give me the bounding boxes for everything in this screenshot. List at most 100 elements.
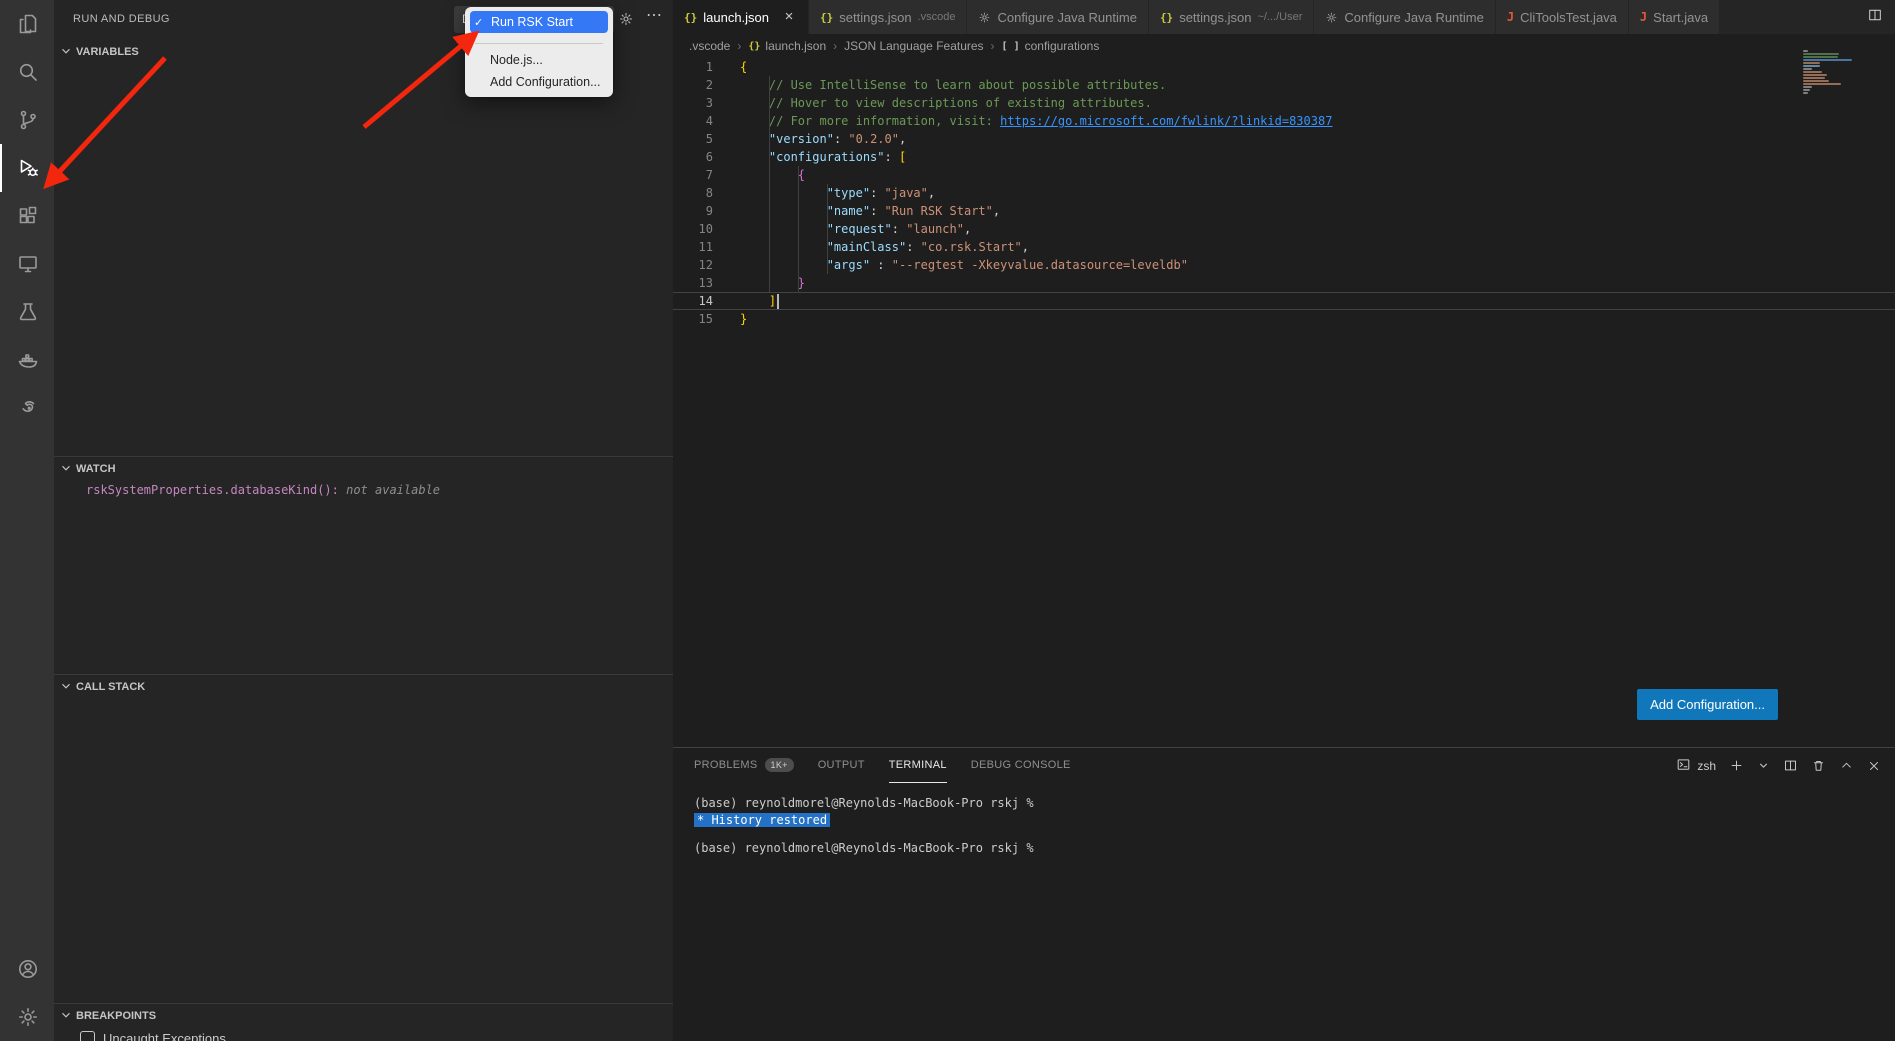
tab-settings-json-vscode[interactable]: {}settings.json.vscode xyxy=(809,0,967,34)
check-icon: ✓ xyxy=(474,16,486,29)
activity-item-source-control[interactable] xyxy=(0,96,54,144)
code-line-1[interactable]: 1{ xyxy=(673,58,1895,76)
terminal-blank-line xyxy=(694,829,1895,840)
panel-tab-output[interactable]: OUTPUT xyxy=(818,748,865,783)
minimap[interactable] xyxy=(1803,50,1881,95)
tab-configure-java-runtime[interactable]: Configure Java Runtime xyxy=(967,0,1148,34)
activity-item-search[interactable] xyxy=(0,48,54,96)
panel-tab-debug-console[interactable]: DEBUG CONSOLE xyxy=(971,748,1071,783)
watch-section-header[interactable]: WATCH xyxy=(54,457,673,481)
breadcrumb-launch-json[interactable]: {}launch.json xyxy=(748,39,826,53)
terminal[interactable]: (base) reynoldmorel@Reynolds-MacBook-Pro… xyxy=(673,783,1895,857)
chevron-down-icon xyxy=(59,1008,73,1025)
breakpoint-row: Uncaught Exceptions xyxy=(54,1031,673,1041)
chevron-down-icon xyxy=(59,679,73,696)
call-stack-section-header[interactable]: CALL STACK xyxy=(54,675,673,699)
activity-item-manage[interactable] xyxy=(0,993,54,1041)
watch-value: not available xyxy=(339,483,440,497)
watch-expression: rskSystemProperties.databaseKind(): xyxy=(86,483,339,497)
minimap-line xyxy=(1803,77,1825,79)
sidebar-title: RUN AND DEBUG xyxy=(73,13,170,25)
split-terminal-icon[interactable] xyxy=(1783,758,1798,773)
line-number: 9 xyxy=(673,202,713,220)
code-line-10[interactable]: 10 "request": "launch", xyxy=(673,220,1895,238)
code-line-7[interactable]: 7 { xyxy=(673,166,1895,184)
line-number: 7 xyxy=(673,166,713,184)
panel-tab-problems[interactable]: PROBLEMS1K+ xyxy=(694,748,794,783)
code-line-9[interactable]: 9 "name": "Run RSK Start", xyxy=(673,202,1895,220)
code-editor[interactable]: 1{2 // Use IntelliSense to learn about p… xyxy=(673,58,1895,746)
code-line-4[interactable]: 4 // For more information, visit: https:… xyxy=(673,112,1895,130)
activity-item-run-and-debug[interactable] xyxy=(0,144,54,192)
remote-explorer-icon xyxy=(16,252,40,276)
symbol-array-icon: [ ] xyxy=(1002,41,1020,52)
activity-item-remote-explorer[interactable] xyxy=(0,240,54,288)
code-line-15[interactable]: 15} xyxy=(673,310,1895,328)
code-line-2[interactable]: 2 // Use IntelliSense to learn about pos… xyxy=(673,76,1895,94)
breadcrumb-vscode[interactable]: .vscode xyxy=(689,39,730,53)
tab-launch-json[interactable]: {}launch.json× xyxy=(673,0,809,34)
activity-bar-top xyxy=(0,0,54,432)
tab-label: settings.json xyxy=(1179,10,1251,25)
java-file-icon: J xyxy=(1640,10,1647,24)
breadcrumb: .vscode›{}launch.json›JSON Language Feat… xyxy=(673,34,1895,58)
code-line-5[interactable]: 5 "version": "0.2.0", xyxy=(673,130,1895,148)
uncaught-exceptions-checkbox[interactable] xyxy=(80,1031,95,1041)
activity-item-testing[interactable] xyxy=(0,288,54,336)
menu-separator xyxy=(475,43,603,44)
line-number: 10 xyxy=(673,220,713,238)
close-icon[interactable]: × xyxy=(781,10,797,24)
add-configuration-button[interactable]: Add Configuration... xyxy=(1637,689,1778,720)
breakpoint-label: Uncaught Exceptions xyxy=(103,1031,226,1041)
manage-icon xyxy=(16,1005,40,1029)
launch-profile-chevron-icon[interactable] xyxy=(1757,759,1770,772)
code-line-13[interactable]: 13 } xyxy=(673,274,1895,292)
minimap-line xyxy=(1803,86,1812,88)
breadcrumb-configurations[interactable]: [ ]configurations xyxy=(1002,39,1100,53)
tab-start-java[interactable]: JStart.java xyxy=(1629,0,1720,34)
activity-item-explorer[interactable] xyxy=(0,0,54,48)
kill-terminal-trash-icon[interactable] xyxy=(1811,758,1826,773)
more-actions-icon[interactable]: ⋯ xyxy=(646,5,663,25)
breadcrumb-separator: › xyxy=(833,39,837,53)
settings-gear-icon xyxy=(1325,11,1338,24)
accounts-icon xyxy=(16,957,40,981)
tab-clitoolstest-java[interactable]: JCliToolsTest.java xyxy=(1496,0,1629,34)
code-line-6[interactable]: 6 "configurations": [ xyxy=(673,148,1895,166)
line-number: 4 xyxy=(673,112,713,130)
bottom-panel: PROBLEMS1K+ OUTPUT TERMINAL DEBUG CONSOLE z… xyxy=(673,747,1895,1041)
json-file-icon: {} xyxy=(748,41,760,52)
terminal-shell-selector[interactable]: zsh xyxy=(1676,757,1716,775)
breakpoints-section-header[interactable]: BREAKPOINTS xyxy=(54,1004,673,1028)
code-line-12[interactable]: 12 "args" : "--regtest -Xkeyvalue.dataso… xyxy=(673,256,1895,274)
menu-item-run-rsk-start[interactable]: ✓Run RSK Start xyxy=(470,11,608,33)
terminal-line: (base) reynoldmorel@Reynolds-MacBook-Pro… xyxy=(694,795,1895,812)
menu-item-add-configuration[interactable]: Add Configuration... xyxy=(465,71,613,93)
panel-tab-terminal[interactable]: TERMINAL xyxy=(889,748,947,783)
activity-item-extensions[interactable] xyxy=(0,192,54,240)
split-editor-icon[interactable] xyxy=(1867,7,1883,28)
code-line-8[interactable]: 8 "type": "java", xyxy=(673,184,1895,202)
close-panel-icon[interactable] xyxy=(1867,759,1881,773)
indent-guide xyxy=(827,184,828,274)
code-line-11[interactable]: 11 "mainClass": "co.rsk.Start", xyxy=(673,238,1895,256)
docker-icon xyxy=(16,348,40,372)
breadcrumb-json-language-features[interactable]: JSON Language Features xyxy=(844,39,983,53)
maximize-panel-chevron-icon[interactable] xyxy=(1839,758,1854,773)
code-line-14[interactable]: 14 ] xyxy=(673,292,1895,310)
tab-settings-json-user[interactable]: {}settings.json~/.../User xyxy=(1149,0,1314,34)
tab-configure-java-runtime[interactable]: Configure Java Runtime xyxy=(1314,0,1495,34)
line-number: 12 xyxy=(673,256,713,274)
watch-expression-row[interactable]: rskSystemProperties.databaseKind(): not … xyxy=(54,483,673,497)
settings-gear-icon xyxy=(978,11,991,24)
launch-settings-gear-icon[interactable] xyxy=(618,11,634,32)
activity-item-docker[interactable] xyxy=(0,336,54,384)
editor-tabs: {}launch.json×{}settings.json.vscodeConf… xyxy=(673,0,1720,34)
code-line-3[interactable]: 3 // Hover to view descriptions of exist… xyxy=(673,94,1895,112)
new-terminal-icon[interactable] xyxy=(1729,758,1744,773)
source-control-icon xyxy=(16,108,40,132)
activity-item-gradle[interactable] xyxy=(0,384,54,432)
activity-item-accounts[interactable] xyxy=(0,945,54,993)
line-number: 11 xyxy=(673,238,713,256)
menu-item-node-js[interactable]: Node.js... xyxy=(465,49,613,71)
